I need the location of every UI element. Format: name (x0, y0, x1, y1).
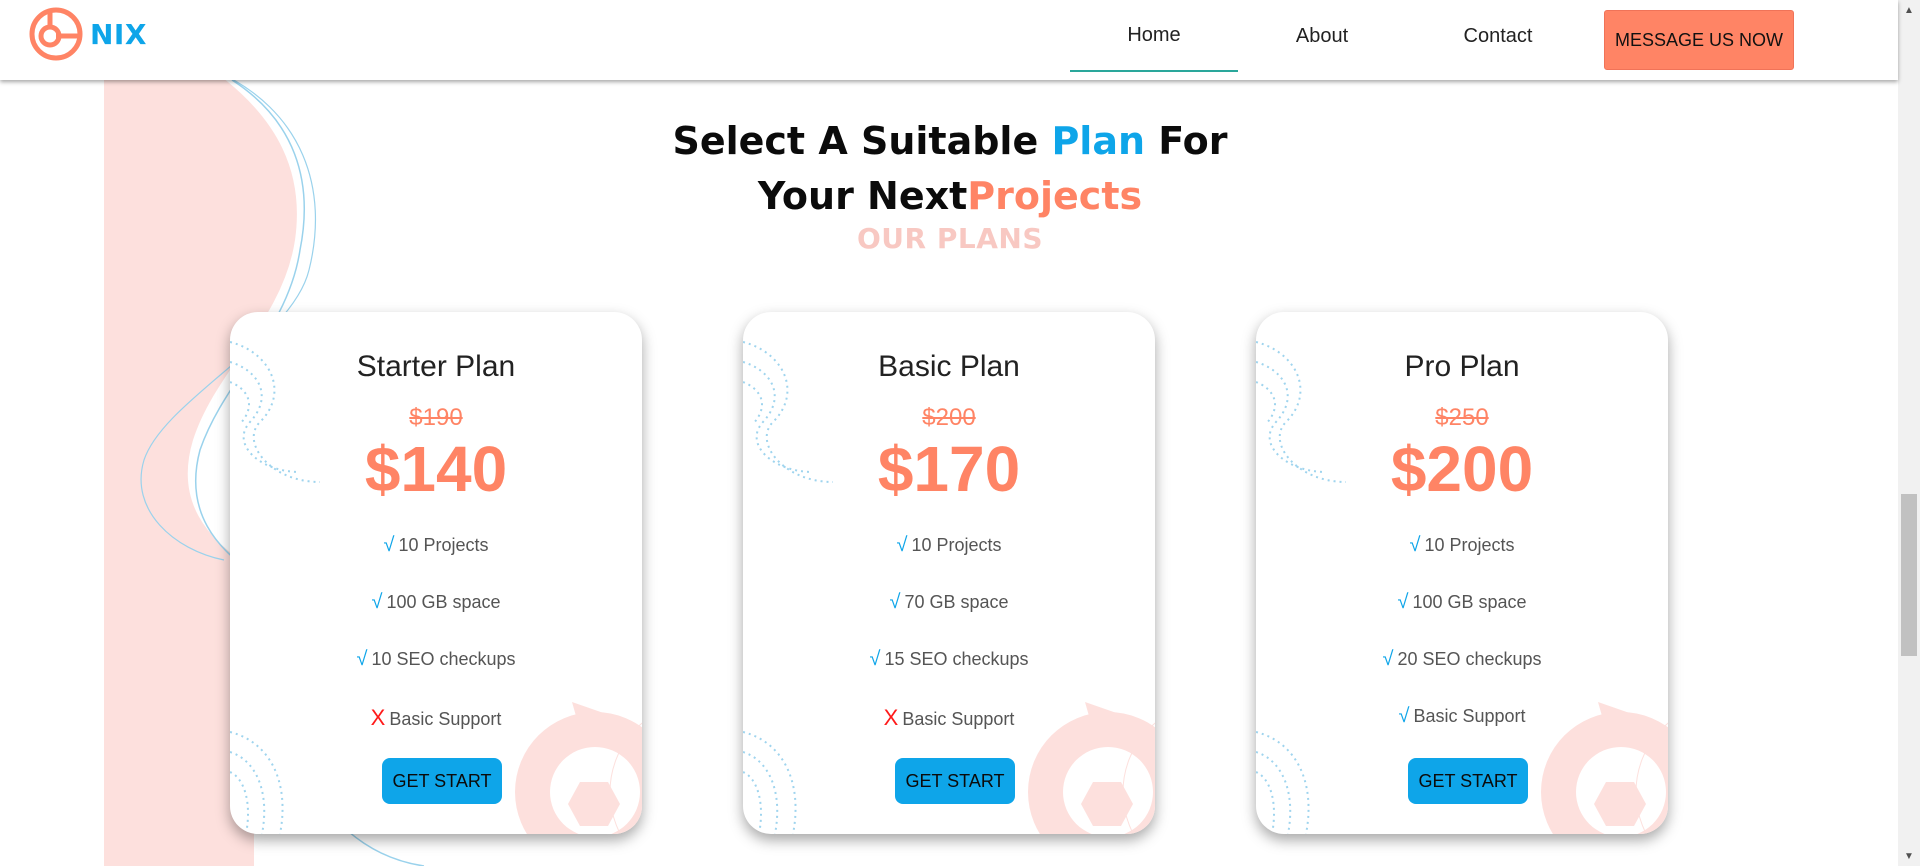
nav-contact-link[interactable]: Contact (1422, 0, 1574, 72)
feature-label: 10 Projects (398, 535, 489, 555)
scroll-up-arrow-icon[interactable]: ▲ (1898, 0, 1920, 20)
heading-highlight-plan: Plan (1051, 119, 1146, 163)
section-heading: Select A Suitable Plan For Your NextProj… (590, 114, 1310, 224)
check-icon: √ (356, 648, 368, 670)
get-start-button[interactable]: GET START (382, 758, 502, 804)
plan-old-price: $190 (409, 404, 463, 431)
nav-home-link[interactable]: Home (1070, 0, 1238, 72)
vertical-scrollbar[interactable]: ▲ ▼ (1898, 0, 1920, 866)
get-start-button[interactable]: GET START (1408, 758, 1528, 804)
feature-label: 10 Projects (911, 535, 1002, 555)
cross-icon: X (883, 705, 899, 730)
check-icon: √ (371, 591, 383, 613)
check-icon: √ (869, 648, 881, 670)
plan-feature: √ 70 GB space (743, 591, 1155, 614)
feature-label: 70 GB space (904, 592, 1009, 612)
check-icon: √ (1382, 648, 1394, 670)
nav-about-link[interactable]: About (1252, 0, 1392, 72)
card-decoration (743, 341, 1155, 834)
check-icon: √ (1398, 705, 1410, 727)
cross-icon: X (370, 705, 386, 730)
feature-label: 10 SEO checkups (371, 649, 516, 669)
plan-old-price: $250 (1435, 404, 1489, 431)
check-icon: √ (896, 534, 908, 556)
plan-feature: X Basic Support (743, 705, 1155, 731)
plan-feature: √ 10 Projects (743, 534, 1155, 557)
message-us-button[interactable]: MESSAGE US NOW (1604, 10, 1794, 70)
feature-label: 10 Projects (1424, 535, 1515, 555)
scroll-down-arrow-icon[interactable]: ▼ (1898, 846, 1920, 866)
plan-feature: √ 15 SEO checkups (743, 648, 1155, 671)
feature-label: 20 SEO checkups (1397, 649, 1542, 669)
plan-feature: √ 10 Projects (230, 534, 642, 557)
feature-label: 100 GB space (386, 592, 501, 612)
plan-card-starter: Starter Plan $190 $140 √ 10 Projects √ 100… (230, 312, 642, 834)
plan-name: Basic Plan (878, 350, 1020, 383)
plan-name: Starter Plan (356, 350, 516, 383)
plan-feature: √ Basic Support (1256, 705, 1668, 728)
get-start-button[interactable]: GET START (895, 758, 1015, 804)
feature-label: 15 SEO checkups (884, 649, 1029, 669)
card-decoration (230, 341, 642, 834)
heading-highlight-projects: Projects (967, 174, 1143, 218)
card-decoration (1256, 341, 1668, 834)
plan-feature: √ 20 SEO checkups (1256, 648, 1668, 671)
feature-label: 100 GB space (1412, 592, 1527, 612)
brand-name: NIX (90, 17, 147, 51)
check-icon: √ (1409, 534, 1421, 556)
target-logo-icon (29, 7, 83, 61)
feature-label: Basic Support (1413, 706, 1526, 726)
plan-feature: √ 10 Projects (1256, 534, 1668, 557)
heading-part3: Your Next (757, 174, 968, 218)
plan-feature: X Basic Support (230, 705, 642, 731)
navbar: NIX Home About Contact MESSAGE US NOW (0, 0, 1898, 80)
plan-price: $200 (1390, 433, 1534, 505)
feature-label: Basic Support (902, 709, 1015, 729)
plan-price: $140 (364, 433, 508, 505)
plan-card-basic: Basic Plan $200 $170 √ 10 Projects √ 70 GB… (743, 312, 1155, 834)
heading-part1: Select A Suitable (672, 119, 1052, 163)
heading-part2: For (1145, 119, 1228, 163)
check-icon: √ (1397, 591, 1409, 613)
check-icon: √ (889, 591, 901, 613)
plan-old-price: $200 (922, 404, 976, 431)
plan-feature: √ 100 GB space (230, 591, 642, 614)
plan-price: $170 (877, 433, 1021, 505)
plan-name: Pro Plan (1404, 350, 1520, 383)
brand-logo[interactable]: NIX (28, 5, 188, 63)
feature-label: Basic Support (389, 709, 502, 729)
scrollbar-thumb[interactable] (1901, 494, 1917, 656)
plan-feature: √ 100 GB space (1256, 591, 1668, 614)
plan-card-pro: Pro Plan $250 $200 √ 10 Projects √ 100 GB … (1256, 312, 1668, 834)
check-icon: √ (383, 534, 395, 556)
section-subtitle: OUR PLANS (857, 222, 1043, 255)
plan-feature: √ 10 SEO checkups (230, 648, 642, 671)
